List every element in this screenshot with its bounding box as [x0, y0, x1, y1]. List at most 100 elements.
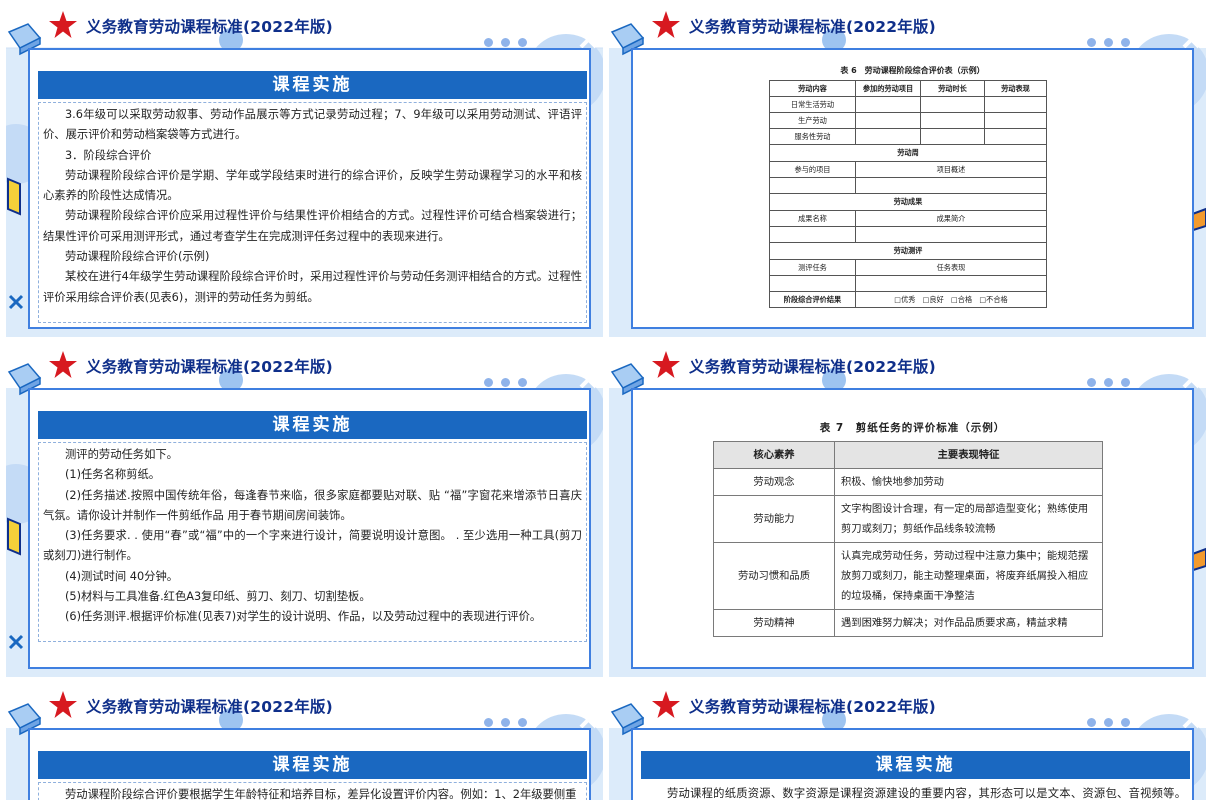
text-box: 3.6年级可以采取劳动叙事、劳动作品展示等方式记录劳动过程；7、9年级可以采用劳…	[38, 102, 587, 323]
criteria-description: 积极、愉快地参加劳动	[834, 468, 1103, 496]
table-row	[769, 226, 1047, 243]
table-row: 劳动精神 遇到困难努力解决；对作品品质要求高，精益求精	[713, 609, 1103, 637]
section-row: 劳动测评	[769, 242, 1047, 260]
paragraph: 某校在进行4年级学生劳动课程阶段综合评价时，采用过程性评价与劳动任务测评相结合的…	[43, 270, 582, 304]
criteria-name: 劳动习惯和品质	[713, 542, 835, 610]
slide-3: 义务教育劳动课程标准(2022年版) 课程实施 测评的劳动任务如下。 (1)任务…	[6, 344, 603, 677]
slide-header: 义务教育劳动课程标准(2022年版)	[609, 4, 1206, 48]
paragraph: (5)材料与工具准备.红色A3复印纸、剪刀、刻刀、切割垫板。	[65, 590, 371, 604]
header-cell: 劳动表现	[984, 80, 1047, 97]
table-header-row: 核心素养 主要表现特征	[713, 441, 1103, 469]
paragraph: 劳动课程阶段综合评价(示例)	[65, 250, 210, 264]
slide-2: 义务教育劳动课程标准(2022年版) 表 6 劳动课程阶段综合评价表（示例） 劳…	[609, 4, 1206, 337]
star-icon	[49, 351, 77, 378]
header-cell: 参加的劳动项目	[855, 80, 921, 97]
slide-4: 义务教育劳动课程标准(2022年版) 表 7 剪纸任务的评价标准（示例） 核心素…	[609, 344, 1206, 677]
result-row: 阶段综合评价结果 □优秀 □良好 □合格 □不合格	[769, 291, 1047, 308]
slide-5: 义务教育劳动课程标准(2022年版) 课程实施 劳动课程阶段综合评价要根据学生年…	[6, 684, 603, 800]
row-label: 生产劳动	[769, 112, 856, 129]
slide-title: 义务教育劳动课程标准(2022年版)	[86, 698, 333, 716]
table-caption: 表 7 剪纸任务的评价标准（示例）	[819, 422, 1006, 434]
criteria-description: 文字构图设计合理，有一定的局部造型变化；熟练使用剪刀或刻刀；剪纸作品线条较流畅	[834, 495, 1103, 543]
slide-title: 义务教育劳动课程标准(2022年版)	[86, 18, 333, 36]
section-row: 劳动成果	[769, 193, 1047, 211]
row-label: 测评任务	[769, 259, 856, 276]
row-label: 参与的项目	[769, 161, 856, 178]
result-options: □优秀 □良好 □合格 □不合格	[855, 291, 1047, 308]
section-row: 劳动周	[769, 144, 1047, 162]
table-row: 服务性劳动	[769, 128, 1047, 145]
paragraph: (2)任务描述.按照中国传统年俗，每逢春节来临，很多家庭都要贴对联、贴 “福”字…	[43, 488, 582, 522]
slide-header: 义务教育劳动课程标准(2022年版)	[6, 344, 603, 388]
content-panel: 课程实施 劳动课程阶段综合评价要根据学生年龄特征和培养目标，差异化设置评价内容。…	[28, 728, 591, 800]
paragraph: 测评的劳动任务如下。	[65, 448, 178, 461]
row-label: 成果名称	[769, 210, 856, 227]
evaluation-table: 劳动内容 参加的劳动项目 劳动时长 劳动表现 日常生活劳动 生产劳动 服务性劳动…	[769, 80, 1047, 308]
table-row: 生产劳动	[769, 112, 1047, 129]
row-label: 日常生活劳动	[769, 96, 856, 113]
criteria-table: 核心素养 主要表现特征 劳动观念 积极、愉快地参加劳动 劳动能力 文字构图设计合…	[713, 441, 1103, 637]
paragraph: 劳动课程阶段综合评价是学期、学年或学段结束时进行的综合评价，反映学生劳动课程学习…	[43, 168, 582, 203]
section-banner: 课程实施	[641, 751, 1190, 779]
slide-title: 义务教育劳动课程标准(2022年版)	[689, 698, 936, 716]
table-row: 劳动能力 文字构图设计合理，有一定的局部造型变化；熟练使用剪刀或刻刀；剪纸作品线…	[713, 495, 1103, 543]
criteria-name: 劳动能力	[713, 495, 835, 543]
paragraph: 3.6年级可以采取劳动叙事、劳动作品展示等方式记录劳动过程；7、9年级可以采用劳…	[43, 108, 582, 142]
paragraph: (4)测试时间 40分钟。	[65, 569, 179, 583]
content-panel: 表 6 劳动课程阶段综合评价表（示例） 劳动内容 参加的劳动项目 劳动时长 劳动…	[631, 48, 1194, 329]
row-label: 服务性劳动	[769, 128, 856, 145]
table-row: 参与的项目 项目概述	[769, 161, 1047, 178]
slide-1: 义务教育劳动课程标准(2022年版) 课程实施 3.6年级可以采取劳动叙事、劳动…	[6, 4, 603, 337]
paragraph: 劳动课程阶段综合评价要根据学生年龄特征和培养目标，差异化设置评价内容。例如：1、…	[65, 788, 577, 800]
content-panel: 课程实施 测评的劳动任务如下。 (1)任务名称剪纸。 (2)任务描述.按照中国传…	[28, 388, 591, 669]
text-box: 测评的劳动任务如下。 (1)任务名称剪纸。 (2)任务描述.按照中国传统年俗，每…	[38, 442, 587, 642]
row-label: 项目概述	[855, 161, 1047, 178]
section-title: 劳动周	[769, 144, 1047, 162]
star-icon	[652, 351, 680, 378]
criteria-description: 遇到困难努力解决；对作品品质要求高，精益求精	[834, 609, 1103, 637]
slide-header: 义务教育劳动课程标准(2022年版)	[6, 684, 603, 728]
paragraph: (3)任务要求. . 使用“春”或“福”中的一个字来进行设计，简要说明设计意图。…	[43, 529, 582, 563]
criteria-description: 认真完成劳动任务，劳动过程中注意力集中；能规范摆放剪刀或刻刀，能主动整理桌面，将…	[834, 542, 1103, 610]
header-cell: 劳动内容	[769, 80, 856, 97]
criteria-name: 劳动观念	[713, 468, 835, 496]
criteria-name: 劳动精神	[713, 609, 835, 637]
text-box: 劳动课程阶段综合评价要根据学生年龄特征和培养目标，差异化设置评价内容。例如：1、…	[38, 782, 587, 800]
slide-6: 义务教育劳动课程标准(2022年版) 课程实施 劳动课程的纸质资源、数字资源是课…	[609, 684, 1206, 800]
table-row: 日常生活劳动	[769, 96, 1047, 113]
section-banner: 课程实施	[38, 411, 587, 439]
star-icon	[652, 11, 680, 38]
slide-header: 义务教育劳动课程标准(2022年版)	[6, 4, 603, 48]
table-row: 劳动习惯和品质 认真完成劳动任务，劳动过程中注意力集中；能规范摆放剪刀或刻刀，能…	[713, 542, 1103, 610]
star-icon	[49, 691, 77, 718]
table-header-row: 劳动内容 参加的劳动项目 劳动时长 劳动表现	[769, 80, 1047, 97]
cross-icon	[8, 294, 24, 310]
section-banner: 课程实施	[38, 71, 587, 99]
header-cell: 劳动时长	[920, 80, 985, 97]
section-banner: 课程实施	[38, 751, 587, 779]
result-label: 阶段综合评价结果	[769, 291, 856, 308]
content-panel: 课程实施 劳动课程的纸质资源、数字资源是课程资源建设的重要内容，其形态可以是文本…	[631, 728, 1194, 800]
slide-title: 义务教育劳动课程标准(2022年版)	[689, 358, 936, 376]
paragraph: 3．阶段综合评价	[65, 148, 152, 162]
content-panel: 表 7 剪纸任务的评价标准（示例） 核心素养 主要表现特征 劳动观念 积极、愉快…	[631, 388, 1194, 669]
star-icon	[652, 691, 680, 718]
paragraph: (1)任务名称剪纸。	[65, 468, 161, 482]
paragraph: 劳动课程阶段综合评价应采用过程性评价与结果性评价相结合的方式。过程性评价可结合档…	[43, 209, 582, 243]
header-cell: 核心素养	[713, 441, 835, 469]
row-label: 任务表现	[855, 259, 1047, 276]
paragraph: (6)任务测评.根据评价标准(见表7)对学生的设计说明、作品，以及劳动过程中的表…	[65, 610, 542, 624]
slide-header: 义务教育劳动课程标准(2022年版)	[609, 684, 1206, 728]
cross-icon	[8, 634, 24, 650]
content-panel: 课程实施 3.6年级可以采取劳动叙事、劳动作品展示等方式记录劳动过程；7、9年级…	[28, 48, 591, 329]
text-box: 劳动课程的纸质资源、数字资源是课程资源建设的重要内容，其形态可以是文本、资源包、…	[641, 782, 1190, 800]
paragraph: 劳动课程的纸质资源、数字资源是课程资源建设的重要内容，其形态可以是文本、资源包、…	[667, 787, 1186, 800]
slide-title: 义务教育劳动课程标准(2022年版)	[86, 358, 333, 376]
header-cell: 主要表现特征	[834, 441, 1103, 469]
slide-header: 义务教育劳动课程标准(2022年版)	[609, 344, 1206, 388]
row-label: 成果简介	[855, 210, 1047, 227]
table-row	[769, 177, 1047, 194]
table-caption: 表 6 劳动课程阶段综合评价表（示例）	[840, 66, 985, 75]
table-row: 劳动观念 积极、愉快地参加劳动	[713, 468, 1103, 496]
star-icon	[49, 11, 77, 38]
